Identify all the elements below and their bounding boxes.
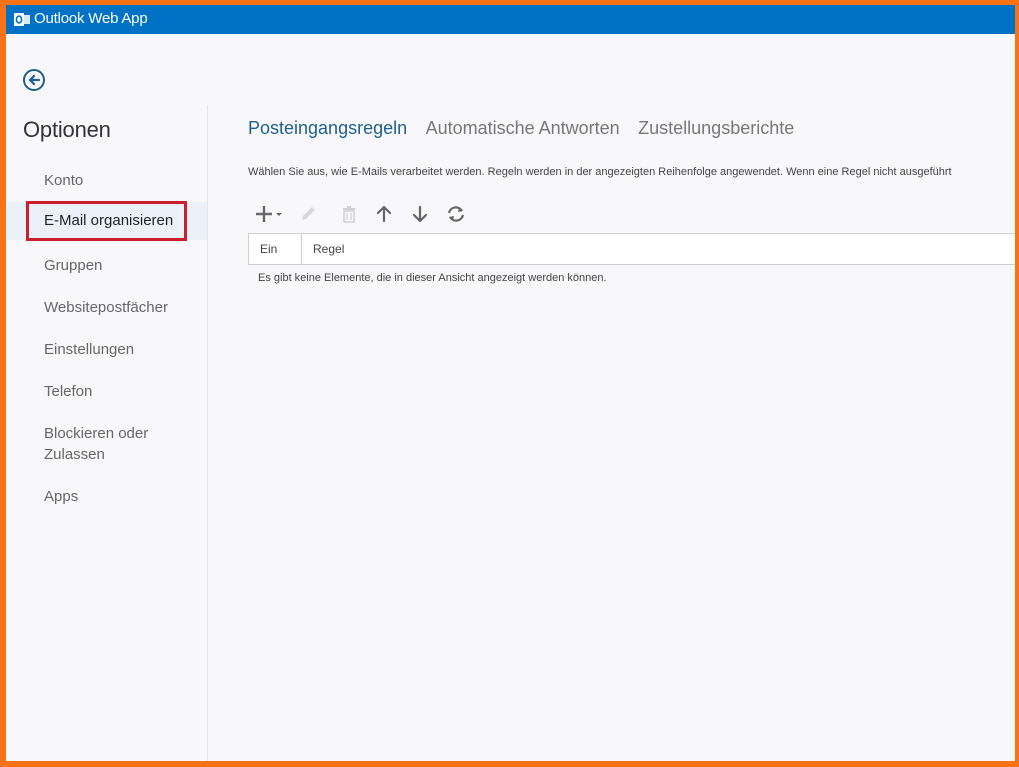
sidebar-item-gruppen[interactable]: Gruppen <box>6 253 207 279</box>
column-header-label: Regel <box>313 242 345 256</box>
sidebar-item-blockieren-oder-zulassen[interactable]: Blockieren oder Zulassen <box>6 421 207 467</box>
annotation-highlight-box <box>26 201 187 241</box>
sidebar-item-telefon[interactable]: Telefon <box>6 379 207 405</box>
description-text: Wählen Sie aus, wie E-Mails verarbeitet … <box>248 166 952 178</box>
outlook-logo-icon <box>14 13 30 26</box>
empty-list-message: Es gibt keine Elemente, die in dieser An… <box>258 272 607 284</box>
move-down-icon[interactable] <box>409 203 431 225</box>
add-icon[interactable] <box>254 203 284 225</box>
tab-automatische-antworten[interactable]: Automatische Antworten <box>426 118 620 138</box>
sidebar-item-label-line2: Zulassen <box>44 446 105 463</box>
sidebar-item-label: Konto <box>44 172 84 189</box>
column-header-ein[interactable]: Ein <box>249 234 302 264</box>
app-window: Outlook Web App Optionen Konto E-Mail or… <box>6 5 1015 761</box>
column-header-label: Ein <box>260 242 278 256</box>
sidebar-item-label: Websitepostfächer <box>44 299 168 316</box>
sidebar-item-websitepostfaecher[interactable]: Websitepostfächer <box>6 295 207 321</box>
sidebar: Optionen Konto E-Mail organisieren Grupp… <box>6 105 208 761</box>
delete-icon[interactable] <box>338 203 360 225</box>
main-content: Posteingangsregeln Automatische Antworte… <box>248 105 1015 761</box>
sidebar-item-apps[interactable]: Apps <box>6 484 207 510</box>
rules-table-header: Ein Regel <box>248 233 1015 265</box>
move-up-icon[interactable] <box>373 203 395 225</box>
edit-icon[interactable] <box>297 203 319 225</box>
sidebar-item-konto[interactable]: Konto <box>6 168 207 194</box>
top-bar: Outlook Web App <box>6 5 1015 34</box>
sidebar-item-label-line1: Blockieren oder <box>44 425 149 442</box>
sidebar-item-label: Einstellungen <box>44 341 135 358</box>
back-arrow-icon[interactable] <box>22 68 46 92</box>
sidebar-item-label: Telefon <box>44 383 93 400</box>
sidebar-item-label: Apps <box>44 488 79 505</box>
tab-posteingangsregeln[interactable]: Posteingangsregeln <box>248 118 407 138</box>
sidebar-title: Optionen <box>23 117 111 142</box>
sidebar-item-label: Gruppen <box>44 257 103 274</box>
app-title: Outlook Web App <box>34 10 148 27</box>
refresh-icon[interactable] <box>445 203 467 225</box>
tab-zustellungsberichte[interactable]: Zustellungsberichte <box>638 118 794 138</box>
tab-bar: Posteingangsregeln Automatische Antworte… <box>248 118 808 139</box>
sidebar-item-einstellungen[interactable]: Einstellungen <box>6 337 207 363</box>
